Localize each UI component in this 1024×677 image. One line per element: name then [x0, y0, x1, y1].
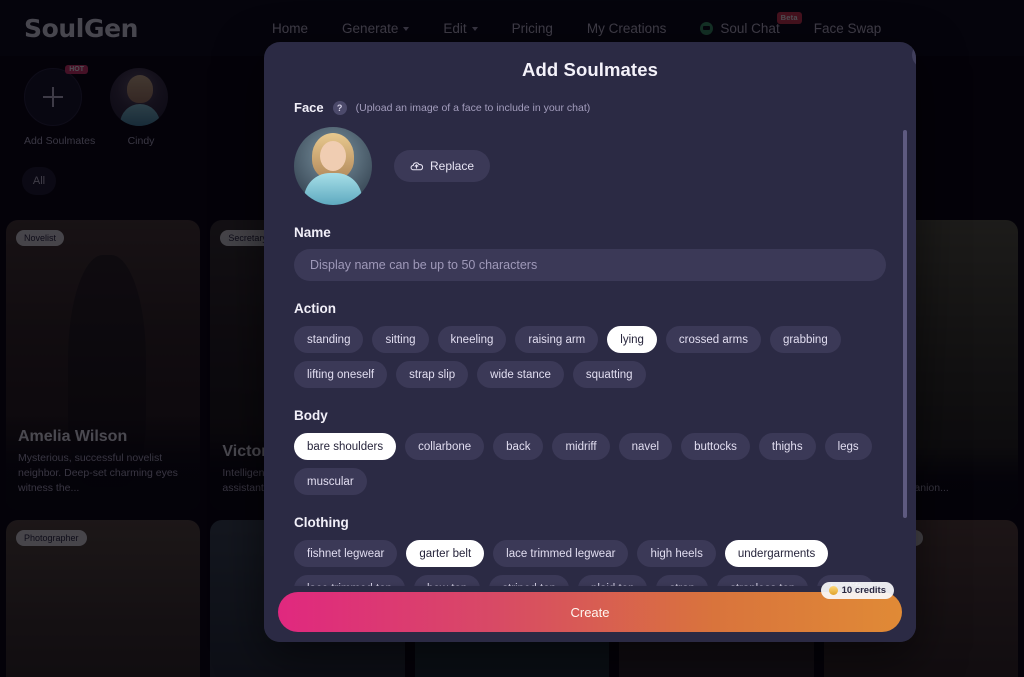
- action-chip[interactable]: kneeling: [437, 326, 507, 353]
- clothing-label: Clothing: [294, 515, 349, 530]
- add-soulmates-modal: Add Soulmates ✕ Face ? (Upload an image …: [264, 42, 916, 642]
- action-chip[interactable]: lifting oneself: [294, 361, 388, 388]
- coin-icon: [828, 586, 838, 595]
- action-chip[interactable]: crossed arms: [665, 326, 761, 353]
- app-root: SoulGen Home Generate Edit Pricing My Cr: [0, 0, 1024, 677]
- cloud-upload-icon: [410, 161, 423, 170]
- body-chip[interactable]: legs: [824, 433, 872, 460]
- credits-badge: 10 credits: [820, 582, 894, 599]
- action-chip[interactable]: standing: [294, 326, 364, 353]
- clothing-chip-selected[interactable]: garter belt: [406, 540, 485, 567]
- action-chip[interactable]: raising arm: [515, 326, 599, 353]
- clothing-section: Clothing fishnet legwear garter belt lac…: [294, 515, 886, 586]
- face-label: Face: [294, 100, 324, 115]
- create-button[interactable]: Create 10 credits: [278, 582, 902, 632]
- body-chip[interactable]: back: [493, 433, 544, 460]
- clothing-chip[interactable]: fishnet legwear: [294, 540, 398, 567]
- face-hint: (Upload an image of a face to include in…: [355, 101, 591, 114]
- clothing-chip[interactable]: high heels: [637, 540, 716, 567]
- body-chip[interactable]: buttocks: [681, 433, 750, 460]
- avatar-face: [320, 141, 346, 171]
- action-section: Action standing sitting kneeling raising…: [294, 301, 886, 388]
- body-label: Body: [294, 408, 328, 423]
- action-chip[interactable]: wide stance: [477, 361, 564, 388]
- action-chip-group: standing sitting kneeling raising arm ly…: [294, 326, 886, 388]
- clothing-chip-selected[interactable]: undergarments: [724, 540, 829, 567]
- action-label: Action: [294, 301, 336, 316]
- name-label: Name: [294, 225, 331, 240]
- clothing-chip[interactable]: lace trimmed legwear: [493, 540, 629, 567]
- modal-scrollbar[interactable]: [903, 130, 907, 518]
- body-chip-group: bare shoulders collarbone back midriff n…: [294, 433, 886, 495]
- body-chip[interactable]: midriff: [552, 433, 610, 460]
- replace-button-label: Replace: [430, 159, 475, 173]
- action-chip[interactable]: grabbing: [769, 326, 841, 353]
- body-section: Body bare shoulders collarbone back midr…: [294, 408, 886, 495]
- modal-footer: Create 10 credits: [264, 582, 916, 642]
- name-input[interactable]: [294, 249, 886, 281]
- modal-title: Add Soulmates: [522, 59, 658, 80]
- body-chip[interactable]: muscular: [294, 468, 367, 495]
- action-chip[interactable]: strap slip: [396, 361, 469, 388]
- clothing-chip-group: fishnet legwear garter belt lace trimmed…: [294, 540, 886, 586]
- action-chip[interactable]: sitting: [372, 326, 429, 353]
- face-preview-avatar[interactable]: [294, 127, 372, 205]
- face-field-header: Face ? (Upload an image of a face to inc…: [294, 100, 886, 115]
- body-chip[interactable]: navel: [618, 433, 673, 460]
- body-chip-selected[interactable]: bare shoulders: [294, 433, 397, 460]
- avatar-body: [304, 173, 362, 205]
- name-section: Name: [294, 225, 886, 281]
- action-chip-selected[interactable]: lying: [607, 326, 657, 353]
- body-chip[interactable]: thighs: [758, 433, 816, 460]
- help-icon[interactable]: ?: [332, 100, 347, 115]
- action-chip[interactable]: squatting: [572, 361, 646, 388]
- create-button-label: Create: [570, 604, 610, 620]
- replace-button[interactable]: Replace: [394, 150, 491, 182]
- face-upload-block: Replace: [294, 127, 886, 205]
- modal-body: Face ? (Upload an image of a face to inc…: [264, 90, 916, 586]
- body-chip[interactable]: collarbone: [405, 433, 485, 460]
- credits-label: 10 credits: [841, 585, 886, 596]
